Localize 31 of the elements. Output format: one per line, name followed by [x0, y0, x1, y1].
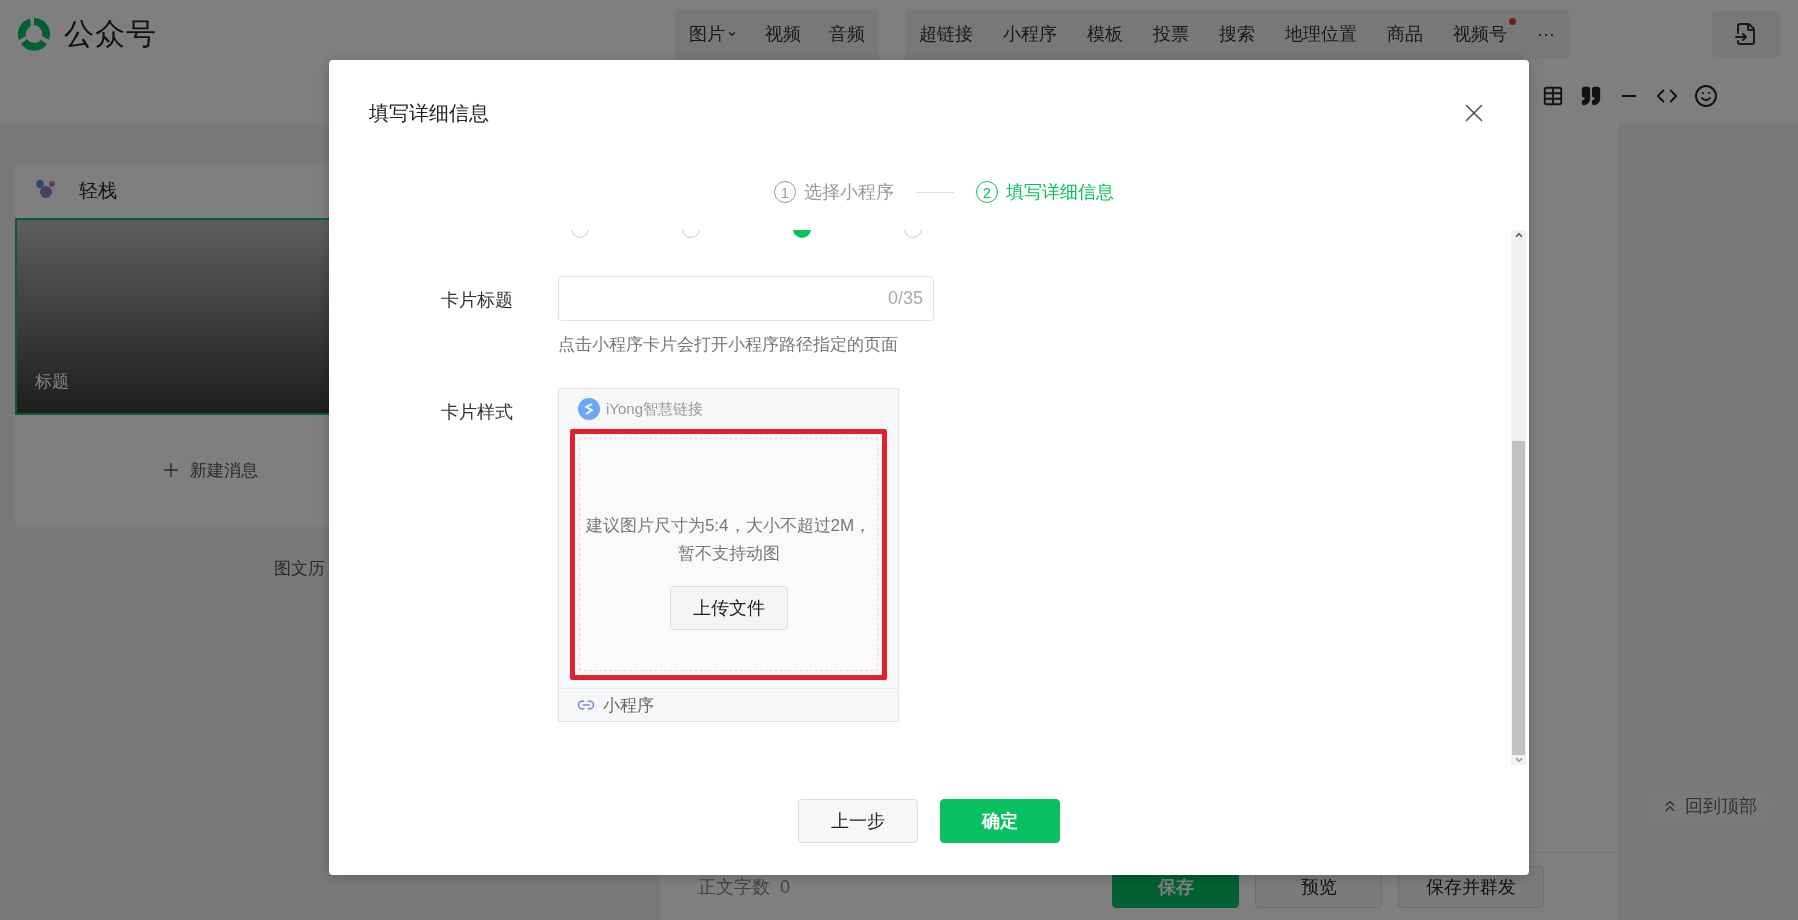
upload-hint: 建议图片尺寸为5:4，大小不超过2M，暂不支持动图 — [584, 514, 873, 565]
field-label: 卡片样式 — [441, 401, 514, 424]
menu-item[interactable]: 超链接 — [919, 22, 973, 46]
menu-item[interactable]: 商品 — [1387, 22, 1423, 46]
character-counter: 0/35 — [887, 288, 923, 309]
card-title-field[interactable]: 0/35 — [558, 276, 934, 321]
app-name-label: iYong智慧链接 — [606, 399, 703, 419]
dialog-button[interactable]: 确定 — [940, 799, 1060, 843]
field-hint: 点击小程序卡片会打开小程序路径指定的页面 — [558, 334, 899, 356]
step-label: 选择小程序 — [804, 181, 894, 204]
menu-item[interactable]: 小程序 — [1003, 22, 1057, 46]
menu-item[interactable]: 视频号 — [1453, 22, 1507, 46]
upload-button[interactable]: 上传文件 — [669, 585, 788, 630]
menu-item[interactable]: 模板 — [1087, 22, 1123, 46]
article-title: 标题 — [35, 371, 69, 393]
dialog-title: 填写详细信息 — [369, 100, 489, 126]
mini-program-label: 小程序 — [603, 694, 654, 717]
step-label: 填写详细信息 — [1006, 181, 1114, 204]
app-name: 公众号 — [64, 15, 157, 52]
menu-item[interactable]: 地理位置 — [1285, 22, 1357, 46]
menu-item[interactable]: 视频 — [765, 22, 801, 46]
new-message-link[interactable]: 新建消息 — [190, 458, 258, 482]
menu-item[interactable]: 图片 — [689, 22, 737, 46]
menu-item[interactable]: ··· — [1537, 23, 1555, 45]
menu-item[interactable]: 投票 — [1153, 22, 1189, 46]
word-count: 正文字数 0 — [698, 875, 791, 899]
field-label: 卡片标题 — [441, 289, 514, 312]
menu-item[interactable]: 音频 — [829, 22, 865, 46]
dialog-button[interactable]: 上一步 — [798, 799, 918, 843]
menu-item[interactable]: 搜索 — [1219, 22, 1255, 46]
account-name: 轻栈 — [79, 179, 117, 203]
